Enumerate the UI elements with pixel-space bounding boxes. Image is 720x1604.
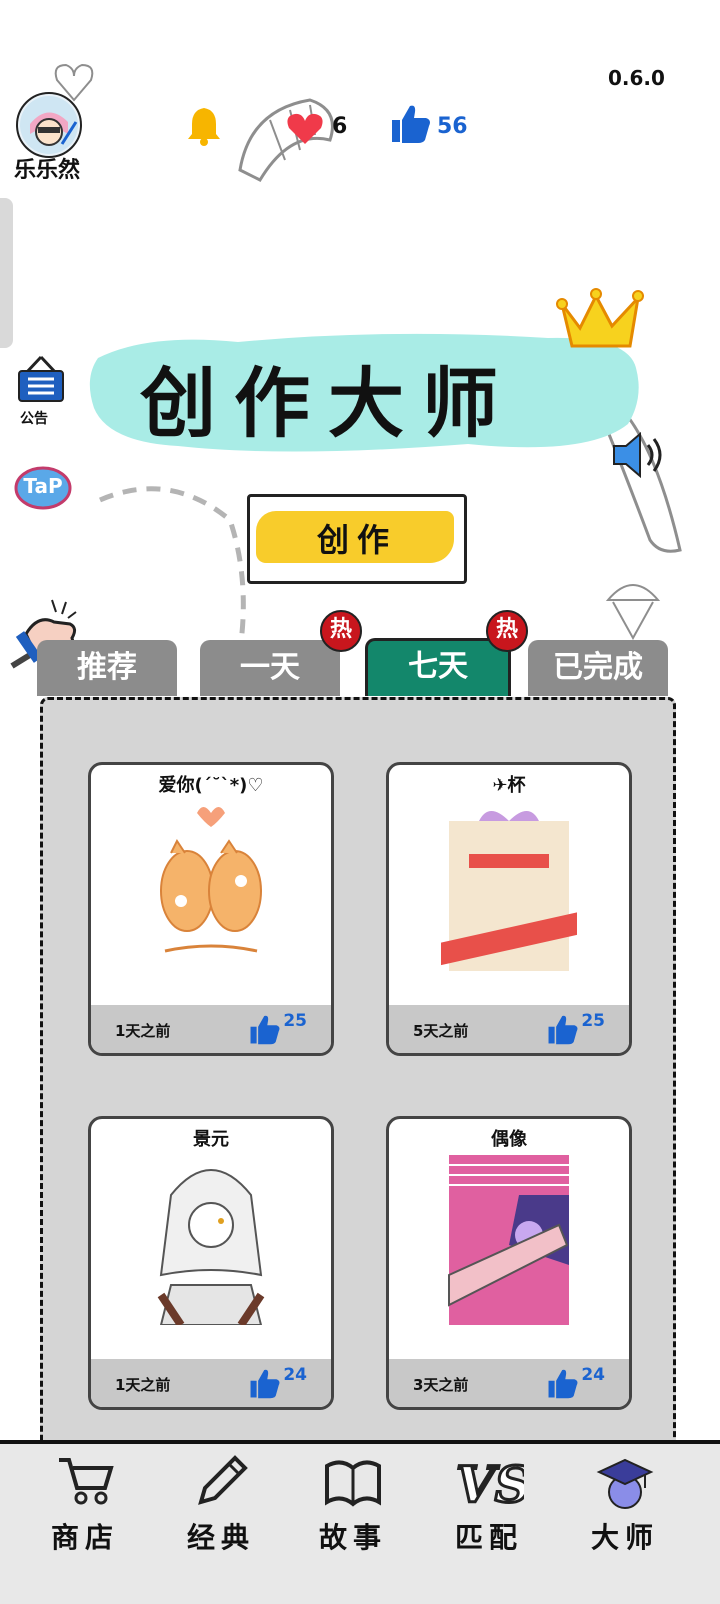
heart-icon <box>287 113 323 144</box>
card-likes: 24 <box>283 1365 307 1385</box>
card-likes: 25 <box>283 1011 307 1031</box>
app-version: 0.6.0 <box>608 66 665 90</box>
notice-label: 公告 <box>20 411 48 427</box>
graduation-cap-icon <box>596 1458 654 1509</box>
card-time: 1天之前 <box>115 1022 171 1040</box>
thumbs-up-icon[interactable] <box>547 1367 579 1399</box>
nav-label: 匹配 <box>454 1521 523 1554</box>
thumbs-up-icon[interactable] <box>390 102 432 144</box>
nav-master[interactable]: 大师 <box>570 1448 680 1598</box>
card-title: ✈杯 <box>492 775 526 796</box>
avatar-face-icon <box>20 96 78 154</box>
create-button[interactable]: 创作 <box>247 494 467 584</box>
crown-icon <box>556 288 644 348</box>
nav-story[interactable]: 故事 <box>298 1448 408 1598</box>
nav-label: 故事 <box>318 1521 387 1554</box>
tab-seven-days[interactable]: 七天 <box>365 638 511 696</box>
hearts-count: 6 <box>332 114 348 139</box>
card-title: 景元 <box>193 1129 229 1150</box>
icecream-doodle <box>605 584 661 640</box>
nav-classic[interactable]: 经典 <box>166 1448 276 1598</box>
thumbs-up-icon[interactable] <box>249 1367 281 1399</box>
create-button-label: 创作 <box>316 521 397 559</box>
avatar[interactable] <box>16 92 82 158</box>
tab-recommend[interactable]: 推荐 <box>37 640 177 696</box>
tap-label: TaP <box>23 474 63 498</box>
cart-icon <box>59 1458 114 1505</box>
nav-label: 大师 <box>590 1521 659 1554</box>
card-likes: 24 <box>581 1365 605 1385</box>
username: 乐乐然 <box>14 158 81 183</box>
work-card[interactable]: 景元 1天之前 24 <box>88 1116 334 1410</box>
work-card[interactable]: ✈杯 5天之前 25 <box>386 762 632 1056</box>
nav-label: 经典 <box>186 1521 255 1554</box>
pencil-icon <box>198 1455 248 1505</box>
book-icon <box>325 1460 381 1507</box>
card-time: 1天之前 <box>115 1376 171 1394</box>
tab-one-day[interactable]: 一天 <box>200 640 340 696</box>
work-card[interactable]: 偶像 3天之前 24 <box>386 1116 632 1410</box>
card-time: 5天之前 <box>413 1022 469 1040</box>
thumbs-up-icon[interactable] <box>249 1013 281 1045</box>
hot-badge: 热 <box>486 610 528 652</box>
tap-badge[interactable]: TaP <box>14 466 72 510</box>
bell-icon[interactable] <box>186 106 222 146</box>
nav-shop[interactable]: 商店 <box>30 1448 140 1598</box>
card-artwork <box>448 1155 569 1325</box>
card-artwork <box>157 1169 265 1325</box>
card-time: 3天之前 <box>413 1376 469 1394</box>
nav-label: 商店 <box>50 1521 119 1554</box>
tab-completed[interactable]: 已完成 <box>528 640 668 696</box>
vs-icon: VS <box>455 1454 525 1513</box>
card-artwork <box>441 811 577 971</box>
dashed-path-doodle <box>99 486 246 651</box>
card-artwork <box>160 807 262 953</box>
card-title: 爱你(´˘`*)♡ <box>158 775 264 796</box>
page-title: 创作大师 <box>140 359 516 448</box>
hot-badge: 热 <box>320 610 362 652</box>
speaker-icon[interactable] <box>610 430 670 480</box>
work-card[interactable]: 爱你(´˘`*)♡ 1天之前 25 <box>88 762 334 1056</box>
thumbs-up-icon[interactable] <box>547 1013 579 1045</box>
card-likes: 25 <box>581 1011 605 1031</box>
card-title: 偶像 <box>491 1129 527 1150</box>
side-drawer-handle[interactable] <box>0 198 13 348</box>
svg-text:VS: VS <box>456 1455 524 1512</box>
nav-match[interactable]: VS 匹配 <box>434 1448 544 1598</box>
likes-count: 56 <box>437 114 468 139</box>
